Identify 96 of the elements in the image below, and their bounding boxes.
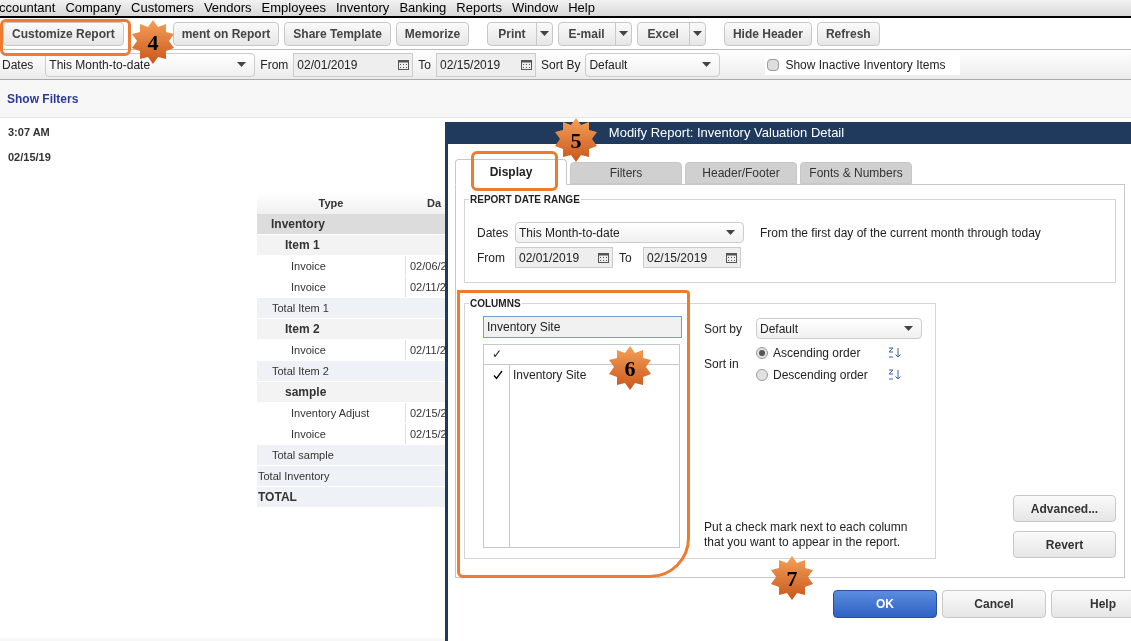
table-cell-text: Total Inventory [258,468,330,484]
button[interactable]: Customize Report [3,21,124,46]
calendar-icon[interactable] [398,59,410,70]
column-note: Put a check mark next to each column that you want to appear in the report. [704,520,909,550]
table-cell-text: Total Item 2 [272,363,329,379]
table-cell-text: Item 1 [285,237,320,254]
calendar-icon[interactable] [521,59,533,70]
menu-item[interactable]: Customers [131,0,194,18]
tab[interactable]: Header/Footer [685,162,797,184]
column-header: ✓ [490,346,503,363]
table-cell-text: Invoice [291,342,326,358]
menu-item[interactable]: Reports [456,0,502,18]
button[interactable]: Advanced... [1013,495,1116,522]
menu-item[interactable]: Banking [399,0,447,18]
sort-dropdown[interactable]: Default [585,52,721,77]
show-filters-link[interactable]: Show Filters [7,89,79,108]
date-range-hint: From the first day of the current month through today [760,224,1041,242]
sort-ascending-icon [888,347,902,359]
caret-icon [237,62,247,67]
caret-icon [726,230,735,235]
column-header: Type [317,196,345,212]
menu-item[interactable]: Inventory [335,0,390,18]
from-label: From [260,56,289,74]
button[interactable]: Hide Header [723,21,812,46]
caret-icon [539,31,549,36]
sort-by-label: Sort By [541,56,581,74]
menu-item[interactable]: Window [511,0,559,18]
caret-icon [692,31,702,36]
radio-label: Descending order [773,367,869,384]
split-button[interactable]: Excel [636,21,706,46]
dates-dropdown[interactable]: This Month-to-date [45,52,256,77]
sort-by-label: Sort by [704,320,743,338]
from-label: From [477,249,506,267]
menu-item[interactable]: Vendors [203,0,252,18]
menu-item[interactable]: ccountant [0,0,56,18]
column-search-field[interactable]: Inventory Site [483,316,682,338]
menu-item[interactable]: Company [65,0,121,18]
column-list-item[interactable]: Inventory Site [510,366,587,384]
checkbox[interactable] [767,58,780,71]
dates-label: Dates [477,224,510,242]
calendar-icon[interactable] [726,252,737,263]
date-field[interactable]: 02/15/2019 [436,52,537,77]
to-label: To [619,249,633,267]
button[interactable]: Refresh [816,21,880,46]
button[interactable]: Revert [1013,531,1116,558]
date-field[interactable]: 02/01/2019 [515,247,613,268]
dialog-button[interactable]: OK [833,590,937,618]
caret-icon [702,62,712,67]
button-label[interactable]: Excel [637,24,689,43]
table-cell-text: Item 2 [285,321,320,338]
tab[interactable]: Fonts & Numbers [800,162,912,184]
table-cell-text: Invoice [291,258,326,274]
split-button[interactable]: E-mail [557,21,632,46]
table-cell-text: Inventory [271,216,325,233]
checkbox-label: Show Inactive Inventory Items [785,56,946,74]
dates-dropdown[interactable]: This Month-to-date [515,222,744,243]
button[interactable]: Memorize [395,21,470,46]
dialog-button[interactable]: Help [1051,590,1131,618]
menu-item[interactable]: Employees [261,0,326,18]
to-label: To [418,56,432,74]
radio-button[interactable] [756,369,768,381]
step-badge: 6 [607,345,653,391]
sort-descending-icon [888,369,902,381]
column-header: Da [426,196,442,212]
dialog-title: Modify Report: Inventory Valuation Detail [608,124,845,143]
step-badge: 7 [769,555,815,601]
radio-button[interactable] [756,347,768,359]
button-label[interactable]: E-mail [558,24,615,43]
table-cell-text: Inventory Adjust [291,405,370,421]
menu-item[interactable]: Help [568,0,595,18]
calendar-icon[interactable] [598,252,609,263]
split-button[interactable]: Print [487,21,553,46]
button-label[interactable]: Print [488,24,536,43]
button[interactable]: Share Template [284,21,391,46]
sort-dropdown[interactable]: Default [756,318,922,339]
dialog-button[interactable]: Cancel [942,590,1046,618]
step-badge: 5 [553,117,599,163]
dates-label: Dates [2,56,34,74]
date-field[interactable]: 02/01/2019 [293,52,414,77]
table-cell-text: Invoice [291,279,326,295]
caret-icon [904,326,913,331]
date-field[interactable]: 02/15/2019 [643,247,741,268]
tab[interactable]: Filters [570,162,682,184]
table-cell-text: Total Item 1 [272,300,329,316]
table-cell-text: Total sample [272,447,334,463]
tab[interactable]: Display [455,159,567,185]
table-cell-text: TOTAL [258,489,297,506]
table-cell-text: sample [285,384,327,401]
table-cell-text: Invoice [291,426,326,442]
report-date: 02/15/19 [8,149,51,165]
sort-in-label: Sort in [704,356,740,373]
check-mark-icon[interactable] [492,370,503,380]
report-time: 3:07 AM [8,125,50,140]
radio-label: Ascending order [773,345,862,362]
caret-icon [618,31,628,36]
button[interactable]: ment on Report [172,21,280,46]
